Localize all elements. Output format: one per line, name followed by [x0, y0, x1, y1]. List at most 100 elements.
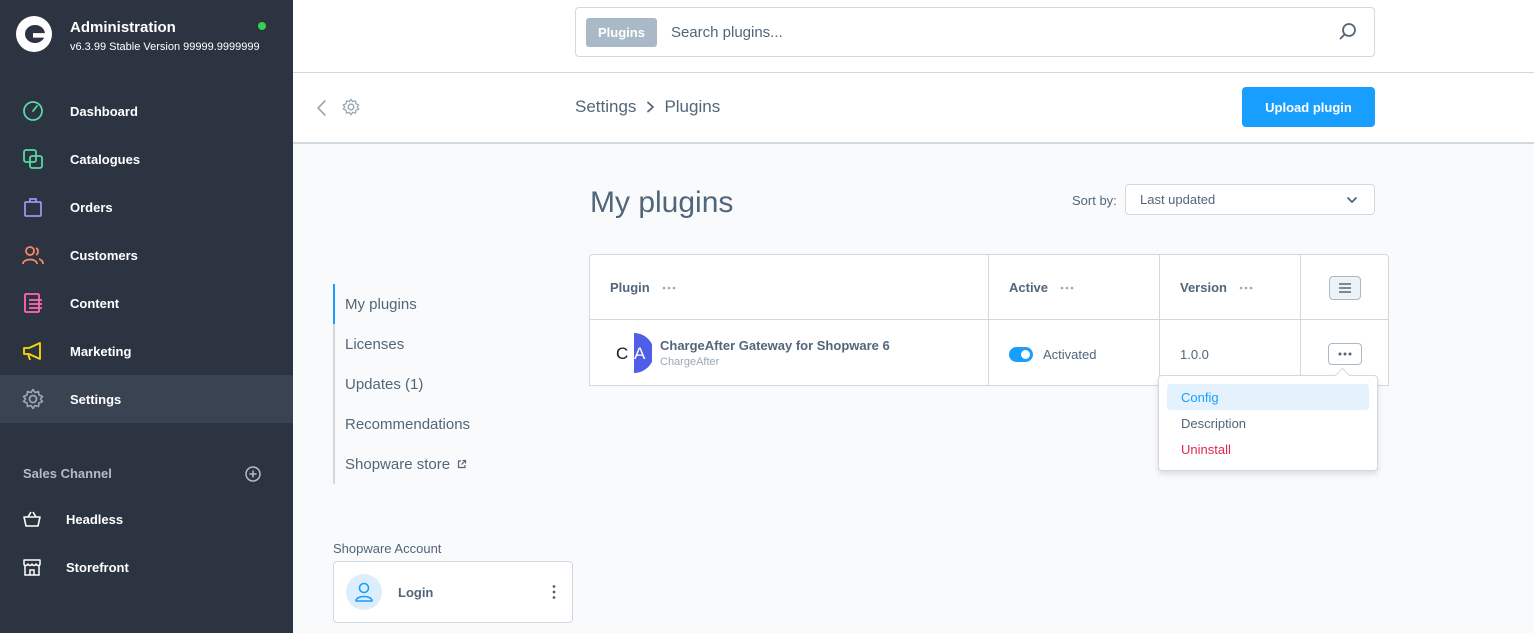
- subnav-recommendations[interactable]: Recommendations: [335, 404, 533, 444]
- column-label: Plugin: [610, 280, 650, 295]
- account-label: Shopware Account: [333, 541, 442, 556]
- sort-value: Last updated: [1140, 192, 1216, 207]
- main-nav: Dashboard Catalogues Orders Customers Co…: [0, 87, 293, 423]
- column-menu-icon[interactable]: [662, 286, 676, 290]
- more-vertical-icon[interactable]: [552, 584, 556, 600]
- login-link[interactable]: Login: [398, 585, 433, 600]
- nav-label: Orders: [70, 199, 113, 215]
- subnav-my-plugins[interactable]: My plugins: [333, 284, 533, 324]
- sort-label: Sort by:: [1072, 193, 1117, 208]
- top-search-bar: Plugins: [293, 0, 1534, 73]
- customers-icon: [22, 244, 44, 266]
- plugin-active-toggle[interactable]: [1009, 347, 1033, 362]
- nav-item-customers[interactable]: Customers: [0, 231, 293, 279]
- column-label: Active: [1009, 280, 1049, 295]
- account-card[interactable]: Login: [333, 561, 573, 623]
- admin-sidebar: Administration v6.3.99 Stable Version 99…: [0, 0, 293, 633]
- brand[interactable]: Administration v6.3.99 Stable Version 99…: [16, 14, 260, 54]
- subnav-licenses[interactable]: Licenses: [335, 324, 533, 364]
- subnav-shopware-store[interactable]: Shopware store: [335, 444, 533, 484]
- column-label: Version: [1180, 280, 1227, 295]
- list-icon: [1339, 283, 1351, 293]
- search-type-badge[interactable]: Plugins: [586, 17, 657, 47]
- column-divider: [1300, 255, 1301, 386]
- sales-channel-list: Headless Storefront: [0, 495, 293, 591]
- upload-plugin-button[interactable]: Upload plugin: [1242, 87, 1375, 127]
- settings-module-icon: [342, 98, 360, 116]
- search-input[interactable]: [670, 23, 1338, 41]
- column-divider: [988, 255, 989, 386]
- subnav-label: Updates (1): [345, 375, 424, 393]
- shopware-logo-icon: [16, 16, 52, 52]
- subnav-label: My plugins: [345, 295, 417, 313]
- nav-label: Settings: [70, 391, 122, 407]
- sort-select[interactable]: Last updated: [1125, 184, 1375, 215]
- menu-item-uninstall[interactable]: Uninstall: [1167, 436, 1369, 462]
- storefront-icon: [22, 557, 42, 577]
- nav-label: Dashboard: [70, 103, 138, 119]
- more-horizontal-icon: [1338, 352, 1352, 356]
- sales-channel-label: Storefront: [66, 559, 129, 575]
- plugin-logo-letter: C: [616, 344, 628, 363]
- search-icon[interactable]: [1338, 22, 1358, 42]
- grid-settings-button[interactable]: [1329, 276, 1361, 300]
- nav-label: Customers: [70, 247, 138, 263]
- chevron-down-icon: [1347, 197, 1357, 203]
- nav-item-catalogues[interactable]: Catalogues: [0, 135, 293, 183]
- back-icon[interactable]: [315, 99, 329, 117]
- online-status-icon: [258, 22, 266, 30]
- column-header-version[interactable]: Version: [1160, 255, 1253, 320]
- external-link-icon: [457, 459, 467, 469]
- column-menu-icon[interactable]: [1060, 286, 1074, 290]
- column-menu-icon[interactable]: [1239, 286, 1253, 290]
- nav-item-content[interactable]: Content: [0, 279, 293, 327]
- content-icon: [22, 292, 44, 314]
- plugin-vendor: ChargeAfter: [660, 356, 720, 368]
- menu-item-description[interactable]: Description: [1167, 410, 1369, 436]
- nav-item-settings[interactable]: Settings: [0, 375, 293, 423]
- sales-channel-title: Sales Channel: [23, 466, 112, 481]
- breadcrumb: Settings Plugins: [575, 97, 720, 117]
- avatar: [346, 574, 382, 610]
- plugin-grid: Plugin Active Version C A ChargeAfter Ga…: [589, 254, 1389, 386]
- grid-header: Plugin Active Version: [590, 255, 1388, 320]
- nav-item-orders[interactable]: Orders: [0, 183, 293, 231]
- plugin-name[interactable]: ChargeAfter Gateway for Shopware 6: [660, 338, 890, 353]
- breadcrumb-current: Plugins: [664, 97, 721, 116]
- smart-bar: Settings Plugins Upload plugin: [293, 73, 1534, 144]
- nav-item-marketing[interactable]: Marketing: [0, 327, 293, 375]
- brand-version: v6.3.99 Stable Version 99999.9999999: [70, 41, 260, 53]
- subnav-label: Licenses: [345, 335, 405, 353]
- global-search: Plugins: [575, 7, 1375, 57]
- marketing-icon: [22, 340, 44, 362]
- nav-item-dashboard[interactable]: Dashboard: [0, 87, 293, 135]
- active-status-label: Activated: [1043, 347, 1097, 362]
- plugin-subnav: My plugins Licenses Updates (1) Recommen…: [333, 284, 533, 484]
- catalogues-icon: [22, 148, 44, 170]
- column-header-active[interactable]: Active: [989, 255, 1074, 320]
- plugin-logo-letter: A: [634, 344, 646, 363]
- sales-channel-headless[interactable]: Headless: [0, 495, 293, 543]
- chevron-right-icon: [647, 101, 655, 113]
- nav-label: Content: [70, 295, 120, 311]
- dashboard-icon: [22, 100, 44, 122]
- settings-icon: [22, 388, 44, 410]
- orders-icon: [22, 196, 44, 218]
- plugin-logo: C A: [616, 333, 652, 373]
- breadcrumb-parent[interactable]: Settings: [575, 97, 636, 117]
- add-sales-channel-icon[interactable]: [245, 466, 261, 482]
- sales-channel-storefront[interactable]: Storefront: [0, 543, 293, 591]
- sales-channel-label: Headless: [66, 511, 124, 527]
- subnav-label: Shopware store: [345, 455, 451, 473]
- subnav-label: Recommendations: [345, 415, 471, 433]
- row-actions-button[interactable]: [1328, 343, 1362, 365]
- subnav-updates[interactable]: Updates (1): [335, 364, 533, 404]
- user-icon: [355, 582, 373, 602]
- page-title: My plugins: [590, 186, 734, 219]
- column-header-plugin[interactable]: Plugin: [590, 255, 676, 320]
- nav-label: Marketing: [70, 343, 132, 359]
- brand-title: Administration: [70, 19, 176, 36]
- basket-icon: [22, 509, 42, 529]
- plugin-version: 1.0.0: [1180, 347, 1209, 362]
- menu-item-config[interactable]: Config: [1167, 384, 1369, 410]
